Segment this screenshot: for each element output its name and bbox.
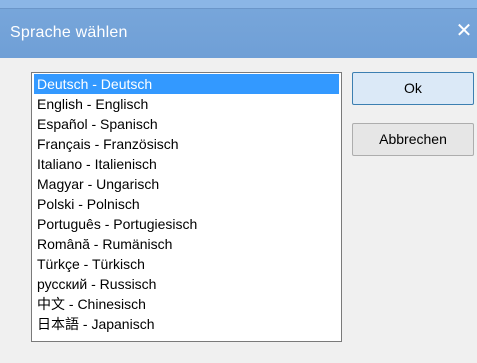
list-item-hu[interactable]: Magyar - Ungarisch — [34, 174, 159, 194]
language-dialog: Sprache wählen ✕ Deutsch - Deutsch Engli… — [0, 0, 477, 363]
list-item-pt[interactable]: Português - Portugiesisch — [34, 214, 197, 234]
list-item-tr[interactable]: Türkçe - Türkisch — [34, 254, 145, 274]
close-icon[interactable]: ✕ — [452, 19, 476, 43]
language-list[interactable]: Deutsch - Deutsch English - Englisch Esp… — [31, 72, 342, 342]
list-item-pl[interactable]: Polski - Polnisch — [34, 194, 140, 214]
list-item-fr[interactable]: Français - Französisch — [34, 134, 179, 154]
list-item-it[interactable]: Italiano - Italienisch — [34, 154, 157, 174]
list-item-ru[interactable]: русский - Russisch — [34, 274, 156, 294]
list-item-en[interactable]: English - Englisch — [34, 94, 148, 114]
ok-button[interactable]: Ok — [352, 72, 474, 105]
dialog-title: Sprache wählen — [10, 24, 128, 41]
title-bar-top-strip — [0, 0, 477, 9]
title-bar[interactable]: Sprache wählen ✕ — [0, 0, 477, 58]
cancel-button[interactable]: Abbrechen — [352, 123, 474, 156]
list-item-zh[interactable]: 中文 - Chinesisch — [34, 294, 146, 314]
list-item-es[interactable]: Español - Spanisch — [34, 114, 158, 134]
list-item-ja[interactable]: 日本語 - Japanisch — [34, 314, 154, 334]
list-item-ro[interactable]: Română - Rumänisch — [34, 234, 172, 254]
list-item-de[interactable]: Deutsch - Deutsch — [34, 74, 339, 94]
